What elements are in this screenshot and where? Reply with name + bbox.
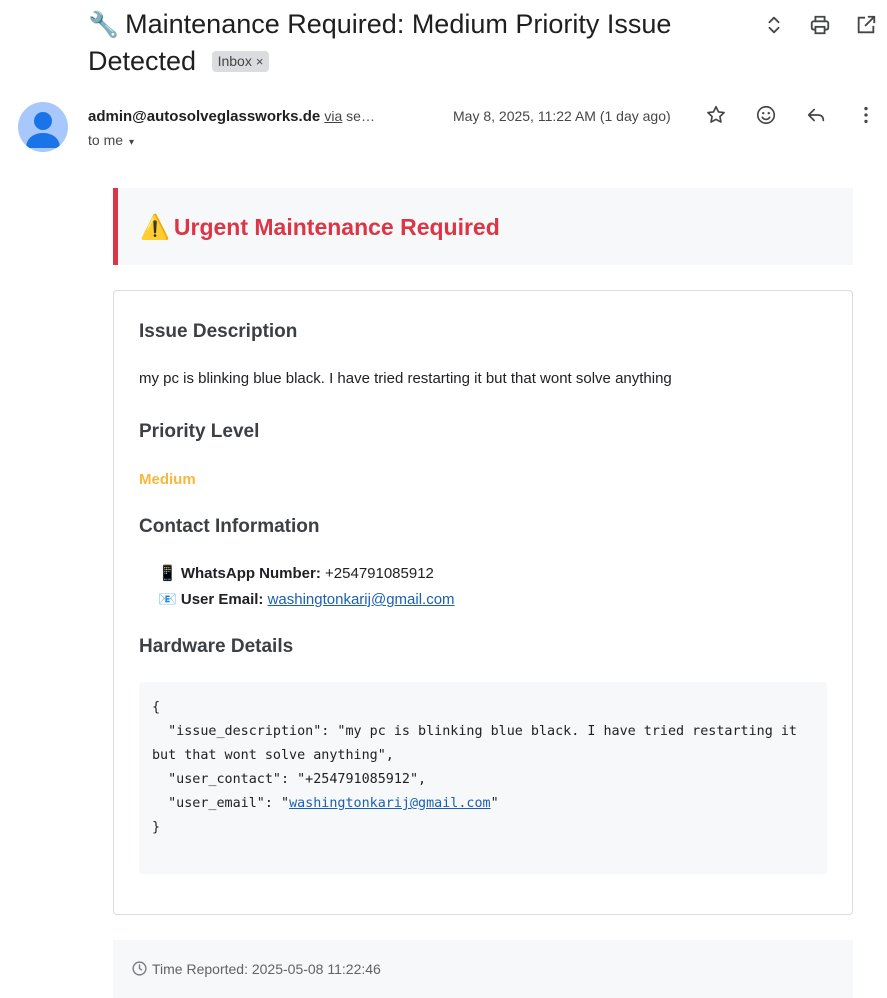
json-open: { bbox=[152, 700, 161, 715]
emoji-react-icon[interactable] bbox=[753, 102, 779, 128]
phone-icon: 📱 bbox=[158, 565, 177, 582]
thread-toolbar bbox=[761, 12, 879, 38]
contact-heading: Contact Information bbox=[139, 516, 320, 537]
json-email-line: "user_email": "washingtonkarij@gmail.com… bbox=[152, 796, 499, 811]
issue-heading: Issue Description bbox=[139, 321, 298, 342]
envelope-icon: 📧 bbox=[158, 591, 177, 608]
email-subject: 🔧 Maintenance Required: Medium Priority I… bbox=[88, 6, 748, 79]
inbox-label-chip[interactable]: Inbox × bbox=[211, 51, 270, 72]
whatsapp-label: WhatsApp Number: bbox=[180, 565, 321, 582]
banner-title: ⚠️ Urgent Maintenance Required bbox=[140, 214, 500, 241]
subject-text: Maintenance Required: Medium Priority Is… bbox=[88, 9, 672, 76]
sender-avatar[interactable] bbox=[18, 102, 68, 152]
whatsapp-row: 📱 WhatsApp Number: +254791085912 bbox=[158, 564, 434, 584]
hardware-heading: Hardware Details bbox=[139, 636, 294, 657]
reply-icon[interactable] bbox=[803, 102, 829, 128]
urgent-banner: ⚠️ Urgent Maintenance Required bbox=[113, 188, 853, 265]
open-in-new-window-icon[interactable] bbox=[853, 12, 879, 38]
json-contact-line: "user_contact": "+254791085912", bbox=[152, 772, 427, 787]
clock-icon bbox=[132, 961, 147, 976]
whatsapp-value: +254791085912 bbox=[325, 565, 434, 582]
message-actions bbox=[703, 102, 879, 128]
warning-icon: ⚠️ bbox=[140, 214, 170, 241]
expand-collapse-icon[interactable] bbox=[761, 12, 787, 38]
star-icon[interactable] bbox=[703, 102, 729, 128]
via-service: se… bbox=[346, 108, 375, 124]
json-email-link[interactable]: washingtonkarij@gmail.com bbox=[289, 796, 491, 811]
user-email-link[interactable]: washingtonkarij@gmail.com bbox=[268, 591, 455, 608]
more-vert-icon[interactable] bbox=[853, 102, 879, 128]
json-issue-line: "issue_description": "my pc is blinking … bbox=[152, 724, 806, 763]
recipient-details[interactable]: to me ▾ bbox=[88, 130, 134, 153]
details-card: Issue Description my pc is blinking blue… bbox=[113, 290, 853, 915]
sender-line: admin@autosolveglassworks.de via se… bbox=[88, 104, 448, 128]
hardware-json-block: { "issue_description": "my pc is blinkin… bbox=[139, 682, 827, 874]
sender-name[interactable]: admin@autosolveglassworks.de bbox=[88, 108, 320, 125]
chevron-down-icon[interactable]: ▾ bbox=[129, 137, 134, 148]
message-date: May 8, 2025, 11:22 AM (1 day ago) bbox=[453, 108, 671, 124]
via-link[interactable]: via bbox=[324, 108, 342, 124]
time-reported-footer: Time Reported: 2025-05-08 11:22:46 bbox=[113, 940, 853, 998]
user-email-label: User Email: bbox=[180, 591, 264, 608]
time-reported: Time Reported: 2025-05-08 11:22:46 bbox=[152, 961, 381, 977]
json-close: } bbox=[152, 820, 161, 835]
wrench-icon: 🔧 bbox=[88, 11, 120, 39]
remove-label-icon[interactable]: × bbox=[256, 54, 264, 69]
person-icon bbox=[26, 112, 60, 148]
print-icon[interactable] bbox=[807, 12, 833, 38]
issue-text: my pc is blinking blue black. I have tri… bbox=[139, 370, 672, 387]
user-email-row: 📧 User Email: washingtonkarij@gmail.com bbox=[158, 590, 455, 610]
priority-heading: Priority Level bbox=[139, 421, 260, 442]
priority-value: Medium bbox=[139, 471, 196, 488]
